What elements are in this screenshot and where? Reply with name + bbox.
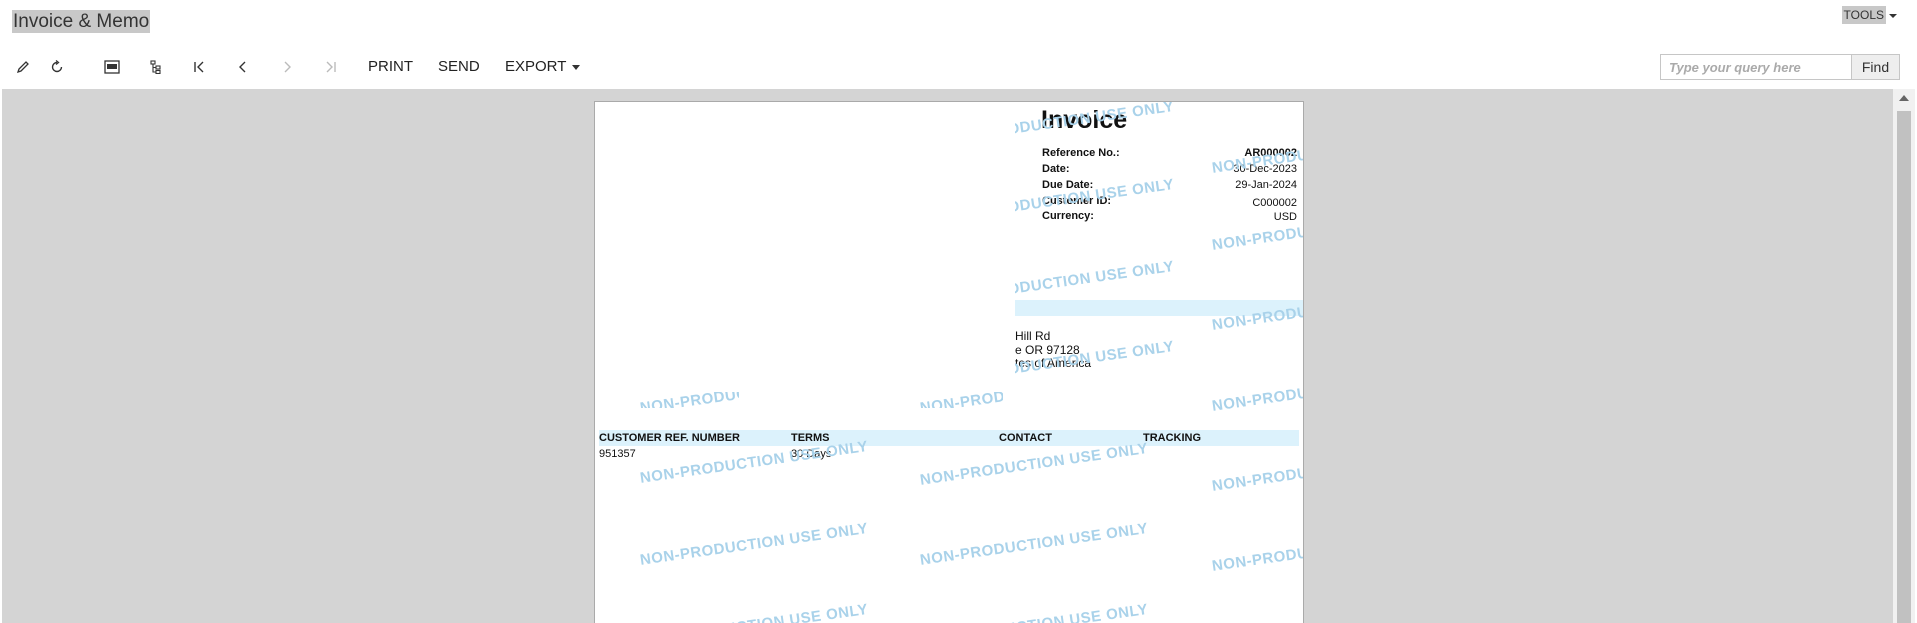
toolbar: PRINT SEND EXPORT bbox=[0, 48, 1917, 84]
export-label: EXPORT bbox=[505, 58, 567, 75]
watermark: NON-PRODUCTION USE ONLY bbox=[639, 519, 870, 569]
watermark: NON-PRODUCTION USE ONLY bbox=[1211, 205, 1304, 254]
print-button[interactable]: PRINT bbox=[368, 57, 413, 77]
first-page-icon[interactable] bbox=[188, 56, 210, 78]
col-terms: TERMS bbox=[791, 432, 830, 444]
page-title: Invoice & Memo bbox=[12, 10, 151, 33]
scroll-up-icon[interactable] bbox=[1899, 95, 1909, 101]
watermark-fragment-2: NON-PRODUCTION USE ONLY bbox=[919, 392, 1003, 408]
watermark: NON-PRODUCTION USE ONLY bbox=[1015, 257, 1176, 307]
watermark: NON-PRODUCTION USE ONLY bbox=[1211, 366, 1304, 415]
cell-customer-ref: 951357 bbox=[599, 448, 636, 460]
search-input[interactable] bbox=[1660, 54, 1852, 80]
watermark: NON-PRODUCTION USE ONLY bbox=[1211, 285, 1304, 334]
watermark: NON-PRODUCTION USE ONLY bbox=[639, 392, 739, 408]
next-page-icon bbox=[276, 56, 298, 78]
refresh-icon[interactable] bbox=[46, 56, 68, 78]
scroll-thumb[interactable] bbox=[1897, 111, 1911, 623]
find-button[interactable]: Find bbox=[1852, 54, 1900, 80]
watermark-clip-right: NON-PRODUCTION USE ONLY NON-PRODUCTION U… bbox=[1211, 102, 1304, 623]
watermark: NON-PRODUCTION USE ONLY bbox=[1015, 175, 1176, 225]
last-page-icon bbox=[320, 56, 342, 78]
watermark: NON-PRODUCTION USE ONLY bbox=[1015, 102, 1176, 147]
watermark-fragment-1: NON-PRODUCTION USE ONLY bbox=[639, 392, 739, 408]
chevron-down-icon bbox=[1889, 13, 1897, 18]
col-customer-ref: CUSTOMER REF. NUMBER bbox=[599, 432, 740, 444]
edit-icon[interactable] bbox=[12, 56, 34, 78]
vertical-scrollbar[interactable] bbox=[1893, 89, 1915, 623]
pdf-icon[interactable] bbox=[101, 56, 123, 78]
send-button[interactable]: SEND bbox=[438, 57, 480, 77]
tree-icon[interactable] bbox=[145, 56, 167, 78]
invoice-page: Invoice Reference No.: AR000002 Date: 30… bbox=[594, 101, 1304, 623]
prev-page-icon[interactable] bbox=[232, 56, 254, 78]
watermark: NON-PRODUCTION USE ONLY bbox=[1211, 446, 1304, 495]
watermark: NON-PRODUCTION USE ONLY bbox=[639, 601, 869, 623]
watermark: NON-PRODUCTION USE ONLY bbox=[1015, 337, 1176, 387]
watermark: NON-PRODUCTION USE ONLY bbox=[1211, 526, 1304, 575]
report-viewer[interactable]: Invoice Reference No.: AR000002 Date: 30… bbox=[2, 89, 1893, 623]
cell-terms: 30 Days bbox=[791, 448, 832, 460]
watermark: NON-PRODUCTION USE ONLY bbox=[919, 392, 1003, 408]
tools-menu[interactable]: TOOLS bbox=[1841, 6, 1897, 24]
watermark: NON-PRODUCTION USE ONLY bbox=[1211, 128, 1304, 177]
chevron-down-icon bbox=[572, 64, 581, 70]
tools-label: TOOLS bbox=[1841, 6, 1886, 24]
export-button[interactable]: EXPORT bbox=[505, 57, 581, 77]
